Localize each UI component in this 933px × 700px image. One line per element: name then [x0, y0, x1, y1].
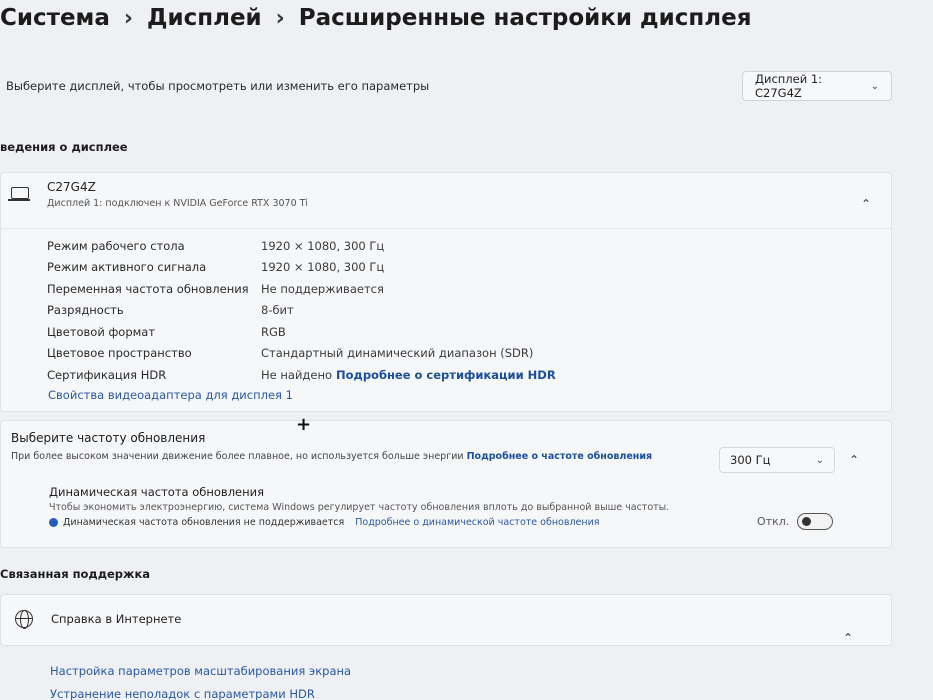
property-row: Сертификация HDR Не найдено Подробнее о … [47, 364, 867, 386]
support-section-title: Связанная поддержка [0, 567, 151, 581]
display-info-section-title: ведения о дисплее [0, 140, 128, 154]
dynamic-refresh-toggle[interactable] [797, 513, 833, 530]
refresh-rate-value: 300 Гц [730, 453, 771, 467]
settings-page: Система › Дисплей › Расширенные настройк… [0, 0, 933, 700]
globe-icon [15, 610, 33, 629]
property-row: Режим активного сигнала 1920 × 1080, 300… [47, 257, 867, 279]
scaling-settings-link[interactable]: Настройка параметров масштабирования экр… [50, 664, 351, 678]
chevron-down-icon: ⌄ [870, 80, 879, 92]
refresh-rate-description-text: При более высоком значении движение боле… [11, 451, 464, 462]
chevron-up-icon[interactable]: ⌃ [861, 197, 871, 211]
dynamic-refresh-title: Динамическая частота обновления [49, 485, 265, 499]
online-help-label: Справка в Интернете [51, 612, 182, 626]
hdr-troubleshoot-link[interactable]: Устранение неполадок с параметрами HDR [50, 687, 315, 700]
monitor-icon [8, 187, 30, 201]
page-title: Расширенные настройки дисплея [298, 5, 752, 31]
property-label: Режим рабочего стола [47, 238, 185, 253]
breadcrumb: Система › Дисплей › Расширенные настройк… [0, 0, 751, 36]
property-row: Цветовое пространство Стандартный динами… [47, 343, 867, 365]
property-label: Режим активного сигнала [47, 260, 207, 275]
display-dropdown-value: Дисплей 1: C27G4Z [755, 72, 823, 100]
monitor-name: C27G4Z [47, 180, 96, 194]
property-row: Цветовой формат RGB [47, 321, 867, 343]
breadcrumb-item-system[interactable]: Система [0, 5, 110, 31]
adapter-properties-link[interactable]: Свойства видеоадаптера для дисплея 1 [48, 388, 293, 402]
refresh-rate-info-link[interactable]: Подробнее о частоте обновления [467, 451, 653, 462]
breadcrumb-chevron-icon: › [123, 5, 133, 31]
property-label: Переменная частота обновления [47, 281, 249, 296]
property-value: 8-бит [261, 303, 294, 318]
refresh-rate-description: При более высоком значении движение боле… [11, 451, 652, 462]
property-label: Разрядность [47, 303, 124, 318]
dynamic-refresh-info-link[interactable]: Подробнее о динамической частоте обновле… [355, 517, 599, 528]
refresh-rate-card: Выберите частоту обновления При более вы… [0, 420, 892, 548]
property-row: Переменная частота обновления Не поддерж… [47, 278, 867, 300]
refresh-rate-title: Выберите частоту обновления [11, 431, 206, 445]
property-value: 1920 × 1080, 300 Гц [261, 238, 385, 253]
dynamic-refresh-description: Чтобы экономить электроэнергию, система … [49, 502, 670, 513]
chevron-up-icon[interactable]: ⌃ [843, 631, 853, 645]
property-label: Цветовой формат [47, 324, 156, 339]
property-value: 1920 × 1080, 300 Гц [261, 260, 385, 275]
property-row: Разрядность 8-бит [47, 300, 867, 322]
property-row: Режим рабочего стола 1920 × 1080, 300 Гц [47, 235, 867, 257]
property-value: Стандартный динамический диапазон (SDR) [261, 346, 534, 361]
breadcrumb-chevron-icon: › [275, 5, 285, 31]
property-label: Цветовое пространство [47, 346, 192, 361]
display-properties: Режим рабочего стола 1920 × 1080, 300 Гц… [47, 235, 867, 386]
display-select-prompt: Выберите дисплей, чтобы просмотреть или … [6, 79, 430, 93]
property-value: Не поддерживается [261, 281, 384, 296]
chevron-up-icon[interactable]: ⌃ [849, 453, 859, 467]
display-dropdown[interactable]: Дисплей 1: C27G4Z ⌄ [742, 71, 892, 101]
property-value: RGB [261, 324, 286, 339]
mouse-cursor-crosshair-icon: + [296, 414, 312, 435]
monitor-subtitle: Дисплей 1: подключен к NVIDIA GeForce RT… [47, 198, 308, 209]
dynamic-refresh-warning-text: Динамическая частота обновления не подде… [63, 517, 345, 528]
monitor-header[interactable]: C27G4Z Дисплей 1: подключен к NVIDIA GeF… [1, 173, 891, 229]
hdr-certification-link[interactable]: Подробнее о сертификации HDR [336, 368, 556, 382]
dynamic-refresh-warning: Динамическая частота обновления не подде… [49, 517, 599, 528]
display-select-row: Выберите дисплей, чтобы просмотреть или … [0, 62, 892, 110]
online-help-card[interactable]: Справка в Интернете ⌃ [0, 594, 892, 646]
breadcrumb-item-display[interactable]: Дисплей [147, 5, 262, 31]
info-icon [49, 518, 58, 527]
dynamic-refresh-toggle-label: Откл. [757, 515, 790, 528]
refresh-rate-dropdown[interactable]: 300 Гц ⌄ [719, 447, 835, 473]
property-label: Сертификация HDR [47, 367, 167, 382]
property-value: Не найдено [261, 367, 332, 382]
chevron-down-icon: ⌄ [815, 454, 824, 466]
display-info-card: C27G4Z Дисплей 1: подключен к NVIDIA GeF… [0, 172, 892, 412]
